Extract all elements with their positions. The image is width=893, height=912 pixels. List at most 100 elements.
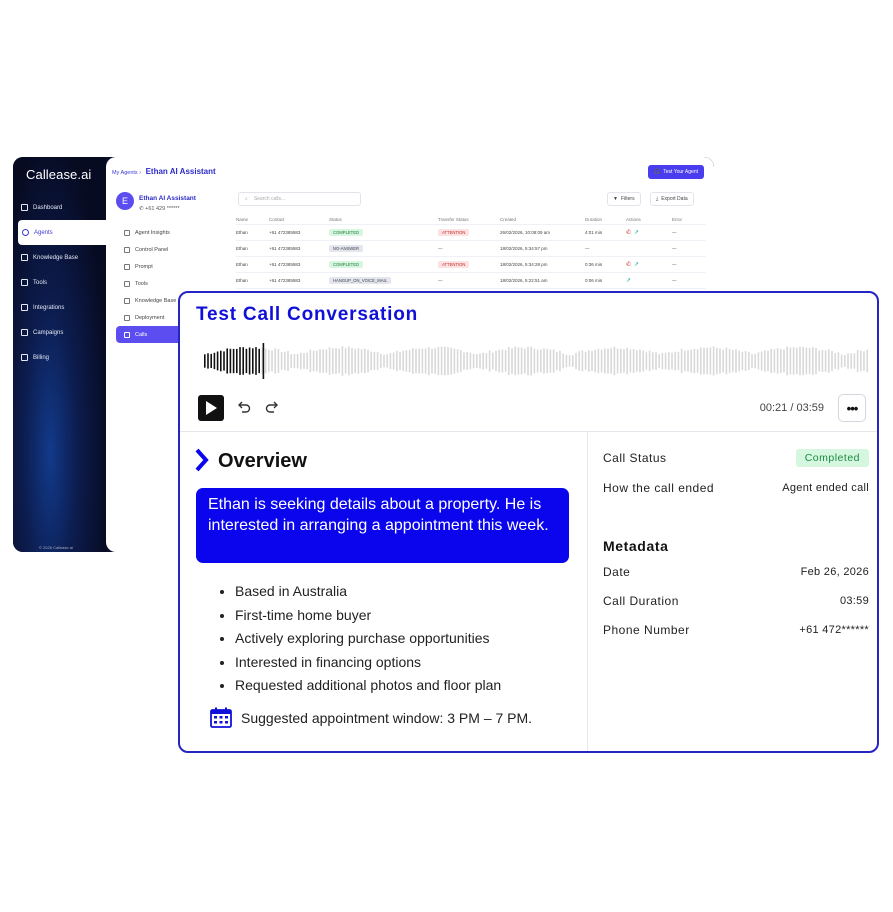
folder-icon [21, 254, 28, 261]
waveform-bar [588, 350, 590, 372]
export-data-button[interactable]: ⤓ Export Data [650, 192, 694, 206]
waveform-bar [364, 348, 366, 374]
waveform-bar [386, 354, 388, 368]
headset-icon: 🎧 [654, 169, 661, 175]
sidebar-item-dashboard[interactable]: Dashboard [13, 195, 106, 220]
waveform-bar [780, 348, 782, 373]
grid-icon [21, 204, 28, 211]
waveform-bar [328, 347, 331, 375]
waveform-bar [604, 348, 606, 374]
filters-button[interactable]: ▼ Filters [607, 192, 641, 206]
sub-item-control-panel[interactable]: Control Panel [116, 241, 236, 258]
status-badge: COMPLETED [329, 229, 364, 236]
sidebar-item-campaigns[interactable]: Campaigns [13, 320, 106, 345]
waveform-bar [824, 350, 827, 372]
export-label: Export Data [661, 196, 688, 202]
search-input[interactable]: ⌕ Search calls... [238, 192, 361, 206]
waveform-bar [732, 349, 734, 373]
waveform-bar [860, 350, 862, 372]
waveform-bar [802, 346, 804, 376]
agent-phone-text: +61 429 ****** [145, 206, 180, 212]
waveform-bar [757, 352, 760, 370]
breadcrumb-root[interactable]: My Agents [112, 170, 138, 176]
sub-item-tools[interactable]: Tools [116, 275, 236, 292]
waveform-bar [668, 352, 670, 370]
waveform-bar [536, 349, 539, 373]
audio-waveform[interactable] [204, 343, 870, 379]
download-icon: ⤓ [656, 196, 659, 202]
waveform-bar [792, 347, 795, 375]
waveform-bar [204, 354, 206, 368]
waveform-bar [661, 352, 664, 370]
sub-item-prompt[interactable]: Prompt [116, 258, 236, 275]
waveform-bar [821, 350, 824, 372]
waveform-bar [341, 346, 344, 376]
list-item: Actively exploring purchase opportunitie… [235, 630, 501, 654]
sidebar-item-tools[interactable]: Tools [13, 270, 106, 295]
cell-contact: +61 472385983 [269, 278, 301, 283]
play-button[interactable] [198, 395, 224, 421]
column-header: Transfer Status [438, 216, 469, 222]
waveform-bar [863, 351, 865, 371]
sidebar-item-knowledge-base[interactable]: Knowledge Base [13, 245, 106, 270]
cell-error: — [672, 278, 677, 283]
column-header: Error [672, 216, 682, 222]
list-item: Interested in financing options [235, 654, 501, 678]
metadata-row-phone: Phone Number +61 472****** [603, 623, 869, 637]
waveform-bar [844, 355, 846, 367]
waveform-bar [508, 347, 510, 375]
waveform-bar [853, 353, 856, 369]
waveform-bar [520, 347, 523, 375]
table-row[interactable]: Ethan +61 472385983 COMPLETED ATTENTION … [236, 225, 706, 241]
column-header: Actions [626, 216, 641, 222]
metadata-label: Call Duration [603, 594, 679, 608]
waveform-bar [591, 351, 593, 371]
playhead[interactable] [262, 343, 265, 379]
test-agent-button[interactable]: 🎧 Test Your Agent [648, 165, 704, 179]
waveform-bar [280, 352, 283, 370]
waveform-bar [610, 348, 612, 374]
waveform-bar [600, 349, 603, 373]
waveform-bar [616, 348, 619, 374]
transfer-icon[interactable]: ↗ [634, 229, 639, 236]
waveform-bar [796, 347, 798, 375]
table-row[interactable]: Ethan +61 472385983 COMPLETED ATTENTION … [236, 257, 706, 273]
transfer-icon[interactable]: ↗ [626, 277, 631, 284]
waveform-bar [367, 349, 369, 373]
waveform-bar [252, 348, 254, 374]
column-header: Status [329, 216, 342, 222]
sidebar-item-billing[interactable]: Billing [13, 345, 106, 370]
status-badge: HANGUP_ON_VOICE_MAIL [329, 277, 391, 284]
waveform-bar [316, 350, 318, 372]
waveform-bar [524, 348, 526, 374]
table-row[interactable]: Ethan +61 472385983 NO-ANSWER — 18/02/20… [236, 241, 706, 257]
overview-title: Overview [218, 450, 307, 472]
sidebar-item-integrations[interactable]: Integrations [13, 295, 106, 320]
sub-item-label: Knowledge Base [135, 297, 177, 304]
transfer-icon[interactable]: ↗ [634, 261, 639, 268]
waveform-bar [783, 349, 785, 373]
waveform-bar [703, 347, 705, 375]
waveform-bar [424, 348, 427, 374]
waveform-bar [767, 350, 769, 372]
forward-icon[interactable] [264, 399, 280, 415]
sub-item-label: Deployment [135, 314, 165, 321]
waveform-bar [716, 347, 718, 375]
call-ended-value: Agent ended call [782, 482, 869, 494]
sub-item-agent-insights[interactable]: Agent Insights [116, 224, 236, 241]
waveform-bar [722, 349, 724, 373]
table-row[interactable]: Ethan +61 472385983 HANGUP_ON_VOICE_MAIL… [236, 273, 706, 289]
waveform-bar [223, 351, 225, 371]
waveform-bar [309, 349, 312, 373]
more-options-button[interactable]: ••• [838, 394, 866, 422]
more-icon: ••• [846, 400, 859, 416]
rewind-icon[interactable] [236, 399, 252, 415]
waveform-bar [744, 351, 747, 371]
missed-call-icon[interactable]: ✆ [626, 261, 631, 268]
divider [180, 431, 877, 432]
sidebar-item-agents[interactable]: Agents [18, 220, 106, 245]
call-ended-label: How the call ended [603, 481, 715, 495]
missed-call-icon[interactable]: ✆ [626, 229, 631, 236]
calls-table: Name Contact Status Transfer Status Crea… [236, 214, 706, 289]
waveform-bar [268, 349, 270, 373]
